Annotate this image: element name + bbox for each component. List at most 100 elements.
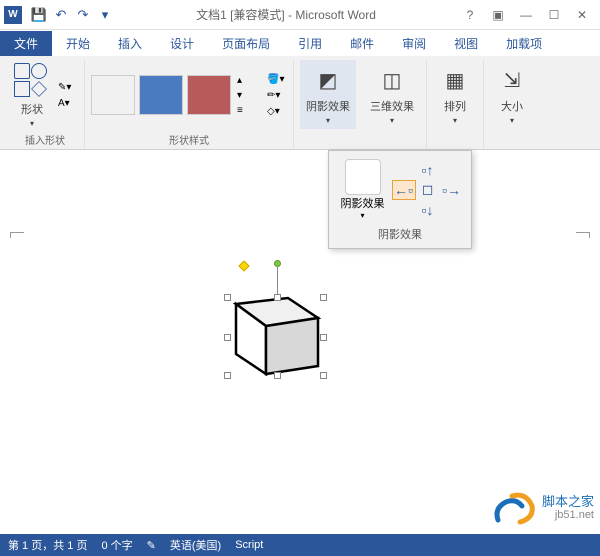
- titlebar: W 💾 ↶ ↷ ▾ 文档1 [兼容模式] - Microsoft Word ? …: [0, 0, 600, 30]
- tab-addins[interactable]: 加载项: [492, 31, 556, 56]
- group-label-insert-shape: 插入形状: [25, 130, 65, 149]
- rotate-handle[interactable]: [274, 260, 281, 267]
- group-arrange: ▦ 排列 ▾: [427, 60, 484, 149]
- nudge-up-button[interactable]: ▫↑: [416, 160, 440, 180]
- chevron-down-icon: ▾: [360, 211, 364, 220]
- watermark-logo: [492, 488, 536, 528]
- qat-customize-icon[interactable]: ▾: [94, 4, 116, 26]
- cube-icon: ◫: [376, 64, 408, 96]
- threed-effect-button[interactable]: ◫ 三维效果 ▾: [364, 60, 420, 129]
- ribbon-options-icon[interactable]: ▣: [484, 3, 512, 27]
- dropdown-panel-label: 阴影效果: [335, 226, 465, 242]
- watermark-line1: 脚本之家: [542, 494, 594, 510]
- statusbar: 第 1 页，共 1 页 0 个字 ✎ 英语(美国) Script: [0, 534, 600, 556]
- help-icon[interactable]: ?: [456, 3, 484, 27]
- handle-ne[interactable]: [320, 294, 327, 301]
- size-label: 大小: [501, 98, 523, 114]
- change-shape-button[interactable]: ◇▾: [265, 104, 287, 118]
- arrange-label: 排列: [444, 98, 466, 114]
- tab-file[interactable]: 文件: [0, 31, 52, 56]
- group-shadow: ◩ 阴影效果 ▾: [294, 60, 358, 149]
- group-label-shape-styles: 形状样式: [169, 130, 209, 149]
- tab-review[interactable]: 审阅: [388, 31, 440, 56]
- adjust-handle[interactable]: [238, 260, 249, 271]
- ribbon: 形状 ▾ ✎▾ A▾ 插入形状 ▴ ▾ ≡ 🪣▾ ✏▾ ◇▾: [0, 56, 600, 150]
- save-icon[interactable]: 💾: [28, 4, 50, 26]
- chevron-down-icon: ▾: [453, 116, 457, 125]
- chevron-down-icon: ▾: [326, 116, 330, 125]
- style-scroll-up[interactable]: ▴: [235, 73, 257, 87]
- size-button[interactable]: ⇲ 大小 ▾: [490, 60, 534, 129]
- status-lang[interactable]: 英语(美国): [170, 537, 221, 553]
- style-swatch-1[interactable]: [91, 75, 135, 115]
- tab-mail[interactable]: 邮件: [336, 31, 388, 56]
- arrange-button[interactable]: ▦ 排列 ▾: [433, 60, 477, 129]
- group-3d: ◫ 三维效果 ▾: [358, 60, 427, 149]
- shadow-dropdown-panel: 阴影效果 ▾ ▫↑ ←▫ ◻ ▫→ ▫↓ 阴影效果: [328, 150, 472, 249]
- handle-sw[interactable]: [224, 372, 231, 379]
- nudge-right-button[interactable]: ▫→: [440, 180, 464, 200]
- tab-layout[interactable]: 页面布局: [208, 31, 284, 56]
- cube-shape[interactable]: [228, 276, 328, 376]
- handle-e[interactable]: [320, 334, 327, 341]
- handle-s[interactable]: [274, 372, 281, 379]
- shape-fill-button[interactable]: 🪣▾: [265, 72, 287, 86]
- tab-insert[interactable]: 插入: [104, 31, 156, 56]
- tab-design[interactable]: 设计: [156, 31, 208, 56]
- shapes-icon: [14, 63, 50, 99]
- shadow-icon: ◩: [312, 64, 344, 96]
- minimize-icon[interactable]: —: [512, 3, 540, 27]
- nudge-down-button[interactable]: ▫↓: [416, 200, 440, 220]
- style-swatch-2[interactable]: [139, 75, 183, 115]
- text-box-button[interactable]: A▾: [56, 96, 78, 110]
- tab-references[interactable]: 引用: [284, 31, 336, 56]
- maximize-icon[interactable]: ☐: [540, 3, 568, 27]
- watermark-text: 脚本之家 jb51.net: [542, 494, 594, 523]
- handle-se[interactable]: [320, 372, 327, 379]
- nudge-left-button[interactable]: ←▫: [392, 180, 416, 200]
- shadow-preview-icon: [345, 159, 381, 195]
- handle-n[interactable]: [274, 294, 281, 301]
- status-ime[interactable]: Script: [235, 539, 263, 551]
- cube-svg: [228, 276, 328, 376]
- shadow-label: 阴影效果: [306, 98, 350, 114]
- tab-view[interactable]: 视图: [440, 31, 492, 56]
- style-expand[interactable]: ≡: [235, 103, 257, 117]
- word-icon: W: [4, 6, 22, 24]
- shapes-label: 形状: [21, 101, 43, 117]
- threed-label: 三维效果: [370, 98, 414, 114]
- chevron-down-icon: ▾: [390, 116, 394, 125]
- shape-outline-button[interactable]: ✏▾: [265, 88, 287, 102]
- group-size: ⇲ 大小 ▾: [484, 60, 540, 149]
- status-words[interactable]: 0 个字: [101, 537, 132, 553]
- watermark-line2: jb51.net: [542, 509, 594, 522]
- ribbon-tabs: 文件 开始 插入 设计 页面布局 引用 邮件 审阅 视图 加载项: [0, 30, 600, 56]
- shadow-effect-button[interactable]: ◩ 阴影效果 ▾: [300, 60, 356, 129]
- handle-nw[interactable]: [224, 294, 231, 301]
- group-insert-shape: 形状 ▾ ✎▾ A▾ 插入形状: [6, 60, 85, 149]
- shadow-nudge-grid: ▫↑ ←▫ ◻ ▫→ ▫↓: [392, 160, 464, 220]
- close-icon[interactable]: ✕: [568, 3, 596, 27]
- undo-icon[interactable]: ↶: [50, 4, 72, 26]
- edit-shape-button[interactable]: ✎▾: [56, 80, 78, 94]
- style-swatch-3[interactable]: [187, 75, 231, 115]
- status-proofing-icon[interactable]: ✎: [147, 539, 156, 552]
- redo-icon[interactable]: ↷: [72, 4, 94, 26]
- document-canvas[interactable]: [0, 150, 600, 534]
- ruler-corner-left: [10, 232, 24, 238]
- handle-w[interactable]: [224, 334, 231, 341]
- window-title: 文档1 [兼容模式] - Microsoft Word: [116, 6, 456, 23]
- size-icon: ⇲: [496, 64, 528, 96]
- group-shape-styles: ▴ ▾ ≡ 🪣▾ ✏▾ ◇▾ 形状样式: [85, 60, 294, 149]
- chevron-down-icon: ▾: [510, 116, 514, 125]
- shadow-toggle-label: 阴影效果: [341, 195, 385, 211]
- style-scroll-down[interactable]: ▾: [235, 88, 257, 102]
- nudge-center-button[interactable]: ◻: [416, 180, 440, 200]
- chevron-down-icon: ▾: [30, 119, 34, 128]
- shapes-button[interactable]: 形状 ▾: [12, 61, 52, 130]
- arrange-icon: ▦: [439, 64, 471, 96]
- rotate-stem: [277, 267, 278, 295]
- shadow-toggle-button[interactable]: 阴影效果 ▾: [337, 157, 389, 222]
- status-page[interactable]: 第 1 页，共 1 页: [8, 537, 87, 553]
- tab-home[interactable]: 开始: [52, 31, 104, 56]
